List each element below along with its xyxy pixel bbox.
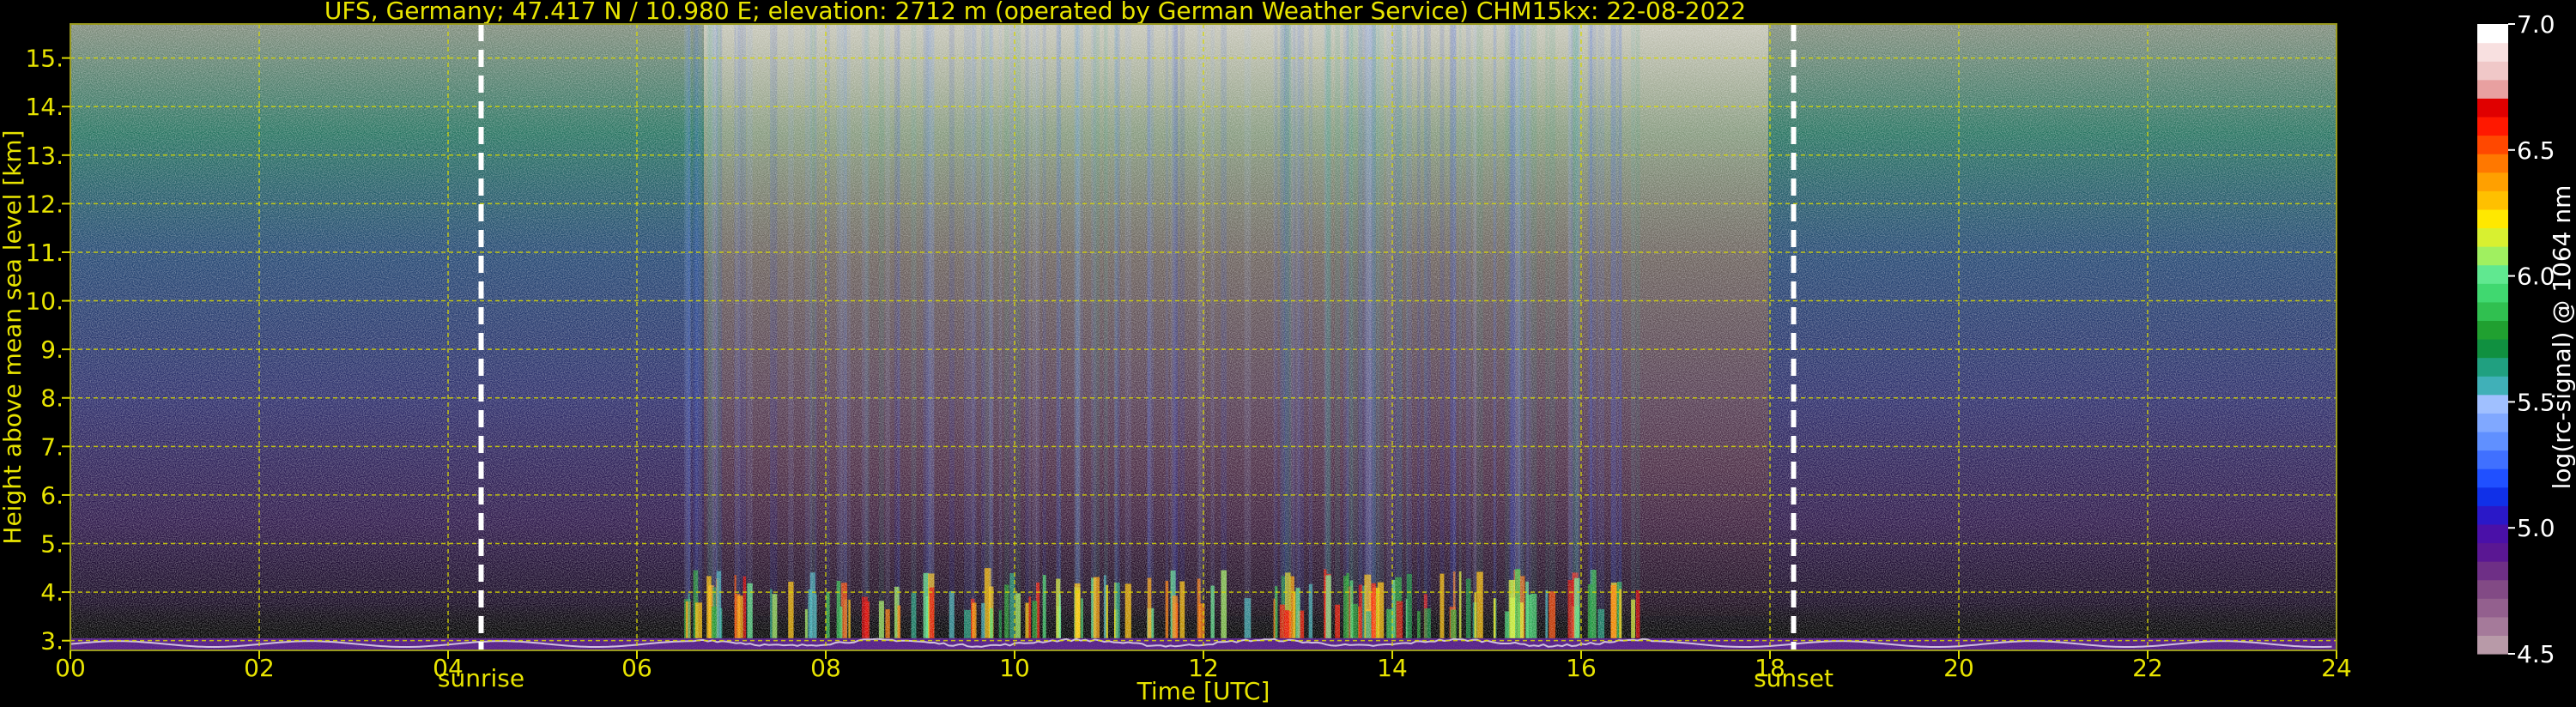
lidar-chart: UFS, Germany; 47.417 N / 10.980 E; eleva…: [0, 0, 2576, 705]
colorbar-swatch: [2477, 413, 2508, 432]
chart-title: UFS, Germany; 47.417 N / 10.980 E; eleva…: [324, 0, 1746, 25]
colorbar-swatch: [2477, 116, 2508, 136]
x-tick-label: 08: [810, 654, 841, 682]
colorbar-tick-label: 6.5: [2517, 136, 2555, 165]
colorbar-swatch: [2477, 264, 2508, 284]
y-tick-label: 15.: [25, 45, 64, 73]
colorbar-tick-label: 4.5: [2517, 640, 2555, 668]
y-tick-label: 4.: [40, 578, 64, 607]
colorbar-tick-label: 5.0: [2517, 514, 2555, 542]
x-tick-label: 04: [433, 654, 464, 682]
y-tick-label: 12.: [25, 190, 64, 218]
y-tick-label: 11.: [25, 239, 64, 267]
y-tick-label: 3.: [40, 627, 64, 656]
y-tick-label: 10.: [25, 287, 64, 316]
x-tick-label: 10: [999, 654, 1030, 682]
colorbar-swatch: [2477, 561, 2508, 581]
colorbar-swatch: [2477, 190, 2508, 210]
colorbar-swatch: [2477, 579, 2508, 599]
y-tick-label: 13.: [25, 142, 64, 170]
x-tick-label: 06: [621, 654, 652, 682]
colorbar-swatch: [2477, 61, 2508, 81]
colorbar-swatch: [2477, 172, 2508, 191]
x-tick-label: 18: [1755, 654, 1785, 682]
colorbar-tick-label: 7.0: [2517, 10, 2555, 39]
colorbar-swatch: [2477, 283, 2508, 303]
colorbar-swatch: [2477, 227, 2508, 247]
colorbar-swatch: [2477, 98, 2508, 118]
colorbar-swatch: [2477, 486, 2508, 506]
colorbar-swatch: [2477, 301, 2508, 322]
colorbar-swatch: [2477, 542, 2508, 562]
x-tick-label: 20: [1943, 654, 1974, 682]
plot-area: [70, 24, 2337, 650]
x-tick-label: 14: [1377, 654, 1408, 682]
colorbar-swatch: [2477, 505, 2508, 525]
colorbar-swatch: [2477, 246, 2508, 266]
colorbar-swatch: [2477, 468, 2508, 488]
y-tick-label: 9.: [40, 335, 64, 364]
x-tick-label: 24: [2321, 654, 2352, 682]
colorbar-swatch: [2477, 376, 2508, 396]
colorbar-swatch: [2477, 24, 2508, 44]
y-tick-label: 5.: [40, 530, 64, 559]
colorbar-swatch: [2477, 135, 2508, 154]
colorbar-swatch: [2477, 79, 2508, 99]
y-tick-label: 8.: [40, 384, 64, 413]
x-tick-label: 16: [1566, 654, 1597, 682]
colorbar-swatch: [2477, 208, 2508, 229]
colorbar-swatch: [2477, 357, 2508, 377]
colorbar: 4.55.05.56.06.57.0: [2477, 10, 2555, 668]
colorbar-swatch: [2477, 431, 2508, 451]
x-tick-label: 00: [55, 654, 86, 682]
x-axis-label: Time [UTC]: [1136, 677, 1270, 705]
y-axis-label: Height above mean sea level [km]: [0, 130, 27, 544]
colorbar-swatch: [2477, 635, 2508, 655]
colorbar-swatch: [2477, 523, 2508, 544]
colorbar-swatch: [2477, 598, 2508, 618]
colorbar-swatch: [2477, 42, 2508, 62]
colorbar-swatch: [2477, 616, 2508, 637]
x-tick-label: 22: [2132, 654, 2163, 682]
y-tick-label: 6.: [40, 481, 64, 510]
colorbar-swatch: [2477, 450, 2508, 469]
colorbar-swatch: [2477, 154, 2508, 173]
colorbar-swatch: [2477, 339, 2508, 359]
y-tick-label: 14.: [25, 93, 64, 121]
x-tick-label: 02: [244, 654, 275, 682]
colorbar-swatch: [2477, 394, 2508, 414]
colorbar-label: log(rc-signal) @ 1064 nm: [2548, 185, 2576, 490]
colorbar-swatch: [2477, 320, 2508, 340]
y-tick-label: 7.: [40, 432, 64, 461]
